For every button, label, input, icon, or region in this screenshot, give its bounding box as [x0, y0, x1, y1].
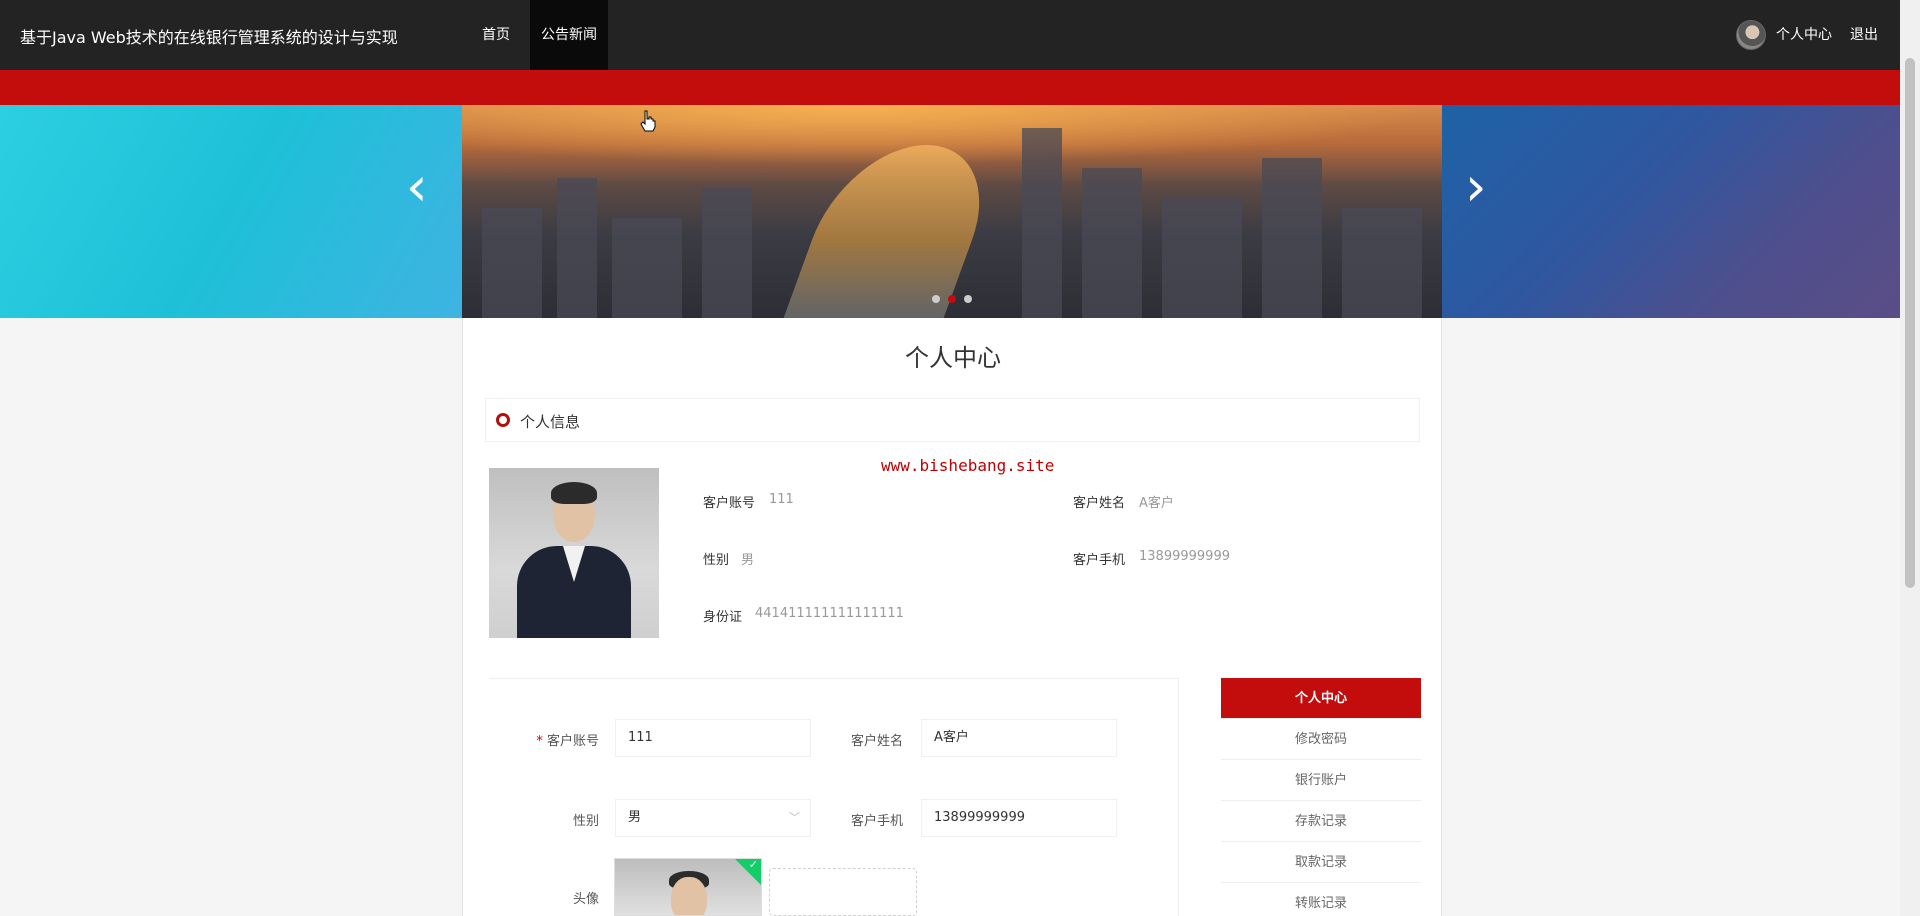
form-gender-label: 性别 [572, 814, 599, 829]
building [482, 208, 542, 318]
building [1262, 158, 1322, 318]
nav-home[interactable]: 首页 [468, 0, 524, 70]
chevron-right-icon[interactable]: › [1465, 155, 1487, 218]
info-id-label: 身份证 [703, 610, 743, 625]
info-id-value: 441411111111111111 [755, 606, 904, 621]
info-phone-label: 客户手机 [1073, 553, 1126, 568]
building [1022, 128, 1062, 318]
menu-item-deposit-records[interactable]: 存款记录 [1221, 801, 1421, 842]
banner-city-image [462, 105, 1442, 318]
info-gender-label: 性别 [703, 553, 730, 568]
building [557, 178, 597, 318]
info-name-label: 客户姓名 [1073, 496, 1126, 511]
carousel-dot[interactable] [932, 295, 940, 303]
form-account-label: * 客户账号 [509, 730, 599, 749]
name-input[interactable]: A客户 [921, 719, 1117, 757]
carousel-dot-active[interactable] [948, 295, 956, 303]
menu-item-change-password[interactable]: 修改密码 [1221, 719, 1421, 760]
avatar-upload-button[interactable] [769, 868, 917, 916]
hand-cursor-icon [640, 110, 656, 132]
required-mark: * [536, 734, 543, 749]
section-header: 个人信息 [485, 398, 1420, 442]
watermark-text: www.bishebang.site [881, 456, 1055, 475]
radio-dot-icon [496, 413, 510, 427]
menu-item-user-center[interactable]: 个人中心 [1221, 678, 1421, 719]
menu-item-transfer-records[interactable]: 转账记录 [1221, 883, 1421, 916]
gender-select-value: 男 [628, 810, 642, 825]
info-name-value: A客户 [1139, 496, 1174, 511]
carousel-dot[interactable] [964, 295, 972, 303]
building [1342, 208, 1422, 318]
banner-carousel: ‹ › [0, 105, 1900, 318]
nav-user-center[interactable]: 个人中心 [1776, 0, 1832, 70]
top-nav-bar: 基于Java Web技术的在线银行管理系统的设计与实现 首页 公告新闻 个人中心… [0, 0, 1900, 70]
nav-logout[interactable]: 退出 [1850, 0, 1878, 70]
photo-hair [551, 482, 597, 504]
phone-input[interactable]: 13899999999 [921, 799, 1117, 837]
info-account-label: 客户账号 [703, 496, 756, 511]
chevron-down-icon: ﹀ [789, 811, 800, 824]
menu-item-bank-account[interactable]: 银行账户 [1221, 760, 1421, 801]
thumb-head [671, 877, 707, 915]
banner-next-slide-preview [1442, 105, 1900, 318]
profile-card: 个人中心 个人信息 www.bishebang.site 客户账号 111 客户… [462, 318, 1442, 916]
form-name-label: 客户姓名 [850, 734, 903, 749]
building [612, 218, 682, 318]
menu-item-withdraw-records[interactable]: 取款记录 [1221, 842, 1421, 883]
building [1162, 198, 1242, 318]
avatar-upload-thumbnail[interactable]: ✓ [614, 858, 762, 916]
banner-prev-slide-preview [0, 105, 462, 318]
form-phone-label: 客户手机 [850, 814, 903, 829]
user-avatar-icon[interactable] [1736, 20, 1766, 50]
form-account-label-text: 客户账号 [546, 734, 599, 749]
scrollbar-thumb[interactable] [1905, 58, 1915, 588]
section-title: 个人信息 [520, 413, 581, 431]
form-avatar-label: 头像 [572, 892, 599, 907]
building [1082, 168, 1142, 318]
check-icon: ✓ [748, 858, 758, 871]
profile-photo [489, 468, 659, 638]
info-phone-value: 13899999999 [1139, 549, 1230, 564]
account-input[interactable]: 111 [615, 719, 811, 757]
red-divider-bar [0, 70, 1900, 105]
building [702, 188, 752, 318]
info-gender-value: 男 [741, 553, 755, 568]
site-title[interactable]: 基于Java Web技术的在线银行管理系统的设计与实现 [20, 24, 398, 48]
chevron-left-icon[interactable]: ‹ [406, 155, 428, 218]
nav-news[interactable]: 公告新闻 [530, 0, 608, 70]
page-title: 个人中心 [905, 344, 1001, 372]
river [777, 145, 1007, 318]
gender-select[interactable]: 男 ﹀ [615, 799, 811, 837]
info-account-value: 111 [769, 492, 794, 507]
